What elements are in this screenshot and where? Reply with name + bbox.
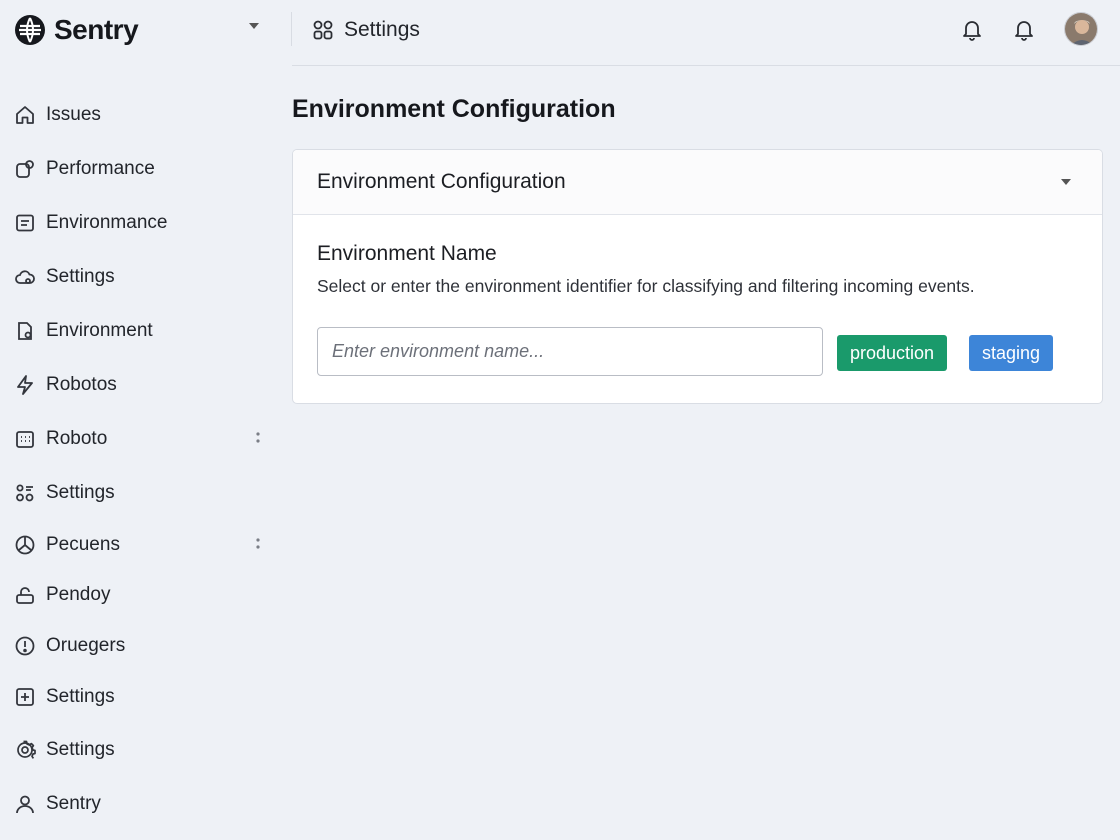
list-icon [14, 212, 36, 234]
bell-icon[interactable] [1012, 17, 1036, 41]
home-icon [14, 104, 36, 126]
sidebar-item-environmance[interactable]: Environmance [14, 206, 264, 240]
sidebar-item-label: Settings [46, 266, 115, 287]
performance-icon [14, 158, 36, 180]
sidebar-item-label: Pendoy [46, 584, 111, 605]
alert-icon [14, 635, 36, 657]
brand-logo[interactable]: Sentry [14, 12, 139, 48]
topbar-title-text: Settings [344, 18, 420, 41]
panel-body: Environment Name Select or enter the env… [293, 215, 1102, 376]
topbar-actions [960, 12, 1098, 46]
topbar-divider [291, 12, 292, 46]
org-switcher-caret-icon[interactable] [248, 22, 260, 30]
sidebar-item-label: Environmance [46, 212, 168, 233]
sentry-logo-icon [14, 14, 46, 46]
circle-icon [14, 534, 36, 556]
sidebar-item-sentry[interactable]: Sentry [14, 787, 264, 821]
tag-staging[interactable]: staging [969, 335, 1054, 371]
sidebar-item-pendoy[interactable]: Pendoy [14, 578, 264, 612]
topbar-separator [292, 65, 1120, 66]
page-title: Environment Configuration [292, 95, 616, 123]
panel-title: Environment Configuration [317, 170, 566, 193]
sidebar-item-settings-gear[interactable]: Settings [14, 733, 264, 767]
cloud-icon [14, 266, 36, 288]
sidebar-item-label: Performance [46, 158, 155, 179]
sidebar-item-settings-apps[interactable]: Settings [14, 476, 264, 510]
grid-icon [312, 19, 334, 41]
user-icon [14, 793, 36, 815]
chevron-down-icon[interactable] [1060, 178, 1072, 186]
field-help-text: Select or enter the environment identifi… [317, 276, 975, 296]
sidebar-item-label: Environment [46, 320, 153, 341]
panel-header[interactable]: Environment Configuration [293, 150, 1102, 215]
gear-icon [14, 739, 36, 761]
lock-icon [14, 584, 36, 606]
sidebar: Sentry Issues Performance Environmance S… [0, 0, 278, 840]
sidebar-item-label: Sentry [46, 793, 101, 814]
apps-icon [14, 482, 36, 504]
calendar-icon [14, 428, 36, 450]
sidebar-item-label: Settings [46, 686, 115, 707]
tag-production[interactable]: production [837, 335, 948, 371]
sidebar-item-roboto[interactable]: Roboto [14, 422, 264, 456]
sidebar-item-pecuens[interactable]: Pecuens [14, 528, 264, 562]
bell-icon[interactable] [960, 17, 984, 41]
environment-name-input[interactable] [317, 327, 823, 376]
document-icon [14, 320, 36, 342]
field-label: Environment Name [317, 242, 497, 265]
sidebar-item-robotos[interactable]: Robotos [14, 368, 264, 402]
sidebar-item-label: Roboto [46, 428, 108, 449]
sidebar-item-settings-add[interactable]: Settings [14, 680, 264, 714]
sidebar-item-label: Settings [46, 739, 115, 760]
plus-box-icon [14, 686, 36, 708]
more-options-icon[interactable] [256, 431, 260, 445]
sidebar-item-settings-cloud[interactable]: Settings [14, 260, 264, 294]
sidebar-item-performance[interactable]: Performance [14, 152, 264, 186]
sidebar-item-label: Issues [46, 104, 101, 125]
sidebar-item-oruegers[interactable]: Oruegers [14, 629, 264, 663]
brand-name: Sentry [54, 14, 139, 45]
avatar[interactable] [1064, 12, 1098, 46]
lightning-icon [14, 374, 36, 396]
sidebar-item-label: Robotos [46, 374, 117, 395]
sidebar-item-label: Settings [46, 482, 115, 503]
sidebar-item-label: Oruegers [46, 635, 126, 656]
sidebar-item-issues[interactable]: Issues [14, 98, 264, 132]
topbar-title: Settings [312, 14, 420, 46]
sidebar-item-environment[interactable]: Environment [14, 314, 264, 348]
more-options-icon[interactable] [256, 537, 260, 551]
environment-config-panel: Environment Configuration Environment Na… [292, 149, 1103, 404]
sidebar-item-label: Pecuens [46, 534, 120, 555]
